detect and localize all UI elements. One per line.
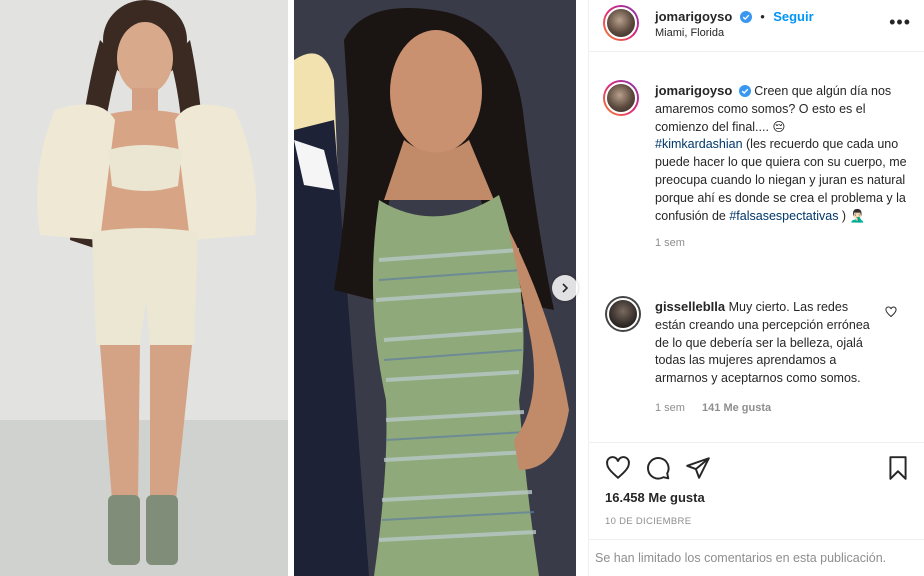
comment-likes[interactable]: 141 Me gusta <box>702 402 771 414</box>
post-media[interactable] <box>0 0 588 576</box>
more-options-icon[interactable]: ••• <box>889 12 911 33</box>
paper-plane-icon[interactable] <box>685 455 711 481</box>
hashtag-falsasespectativas[interactable]: #falsasespectativas <box>729 209 838 223</box>
photo-left <box>0 0 288 576</box>
comment-item: gissellebIla Muy cierto. Las redes están… <box>655 298 877 418</box>
comments-section[interactable]: jomarigoyso Creen que algún día nos amar… <box>589 70 924 440</box>
like-count[interactable]: 16.458 Me gusta <box>605 490 705 505</box>
caption-author[interactable]: jomarigoyso <box>655 83 732 98</box>
author-avatar[interactable] <box>603 5 639 41</box>
post-sidebar: jomarigoyso • Seguir Miami, Florida ••• … <box>588 0 924 576</box>
post-location[interactable]: Miami, Florida <box>655 27 724 39</box>
comment-heart-icon[interactable] <box>885 306 897 318</box>
comment-author[interactable]: gissellebIla <box>655 299 725 314</box>
post-header: jomarigoyso • Seguir Miami, Florida ••• <box>589 0 924 52</box>
caption-author-avatar[interactable] <box>603 80 639 116</box>
follow-button[interactable]: Seguir <box>773 9 813 24</box>
heart-icon[interactable] <box>605 455 631 481</box>
verified-badge-icon <box>739 11 752 23</box>
caption-time: 1 sem <box>655 237 685 250</box>
photo-right <box>294 0 576 576</box>
post-date[interactable]: 10 DE DICIEMBRE <box>605 516 691 527</box>
caption-text-3: ) 🤦🏻‍♂️ <box>838 208 866 223</box>
caption: jomarigoyso Creen que algún día nos amar… <box>655 82 913 253</box>
comment-time: 1 sem <box>655 401 685 414</box>
comment-meta: 1 sem 141 Me gusta <box>655 400 877 418</box>
carousel-next-button[interactable] <box>552 275 578 301</box>
comment-avatar[interactable] <box>605 296 641 332</box>
verified-badge-icon <box>738 85 751 97</box>
comment-icon[interactable] <box>645 455 671 481</box>
bookmark-icon[interactable] <box>885 455 911 481</box>
chevron-right-icon <box>562 283 569 293</box>
comments-limited-notice: Se han limitado los comentarios en esta … <box>589 539 924 576</box>
author-username[interactable]: jomarigoyso <box>655 9 732 24</box>
separator-dot: • <box>760 9 765 24</box>
post-actions: 16.458 Me gusta 10 DE DICIEMBRE Se han l… <box>589 442 924 576</box>
hashtag-kimkardashian[interactable]: #kimkardashian <box>655 137 743 151</box>
